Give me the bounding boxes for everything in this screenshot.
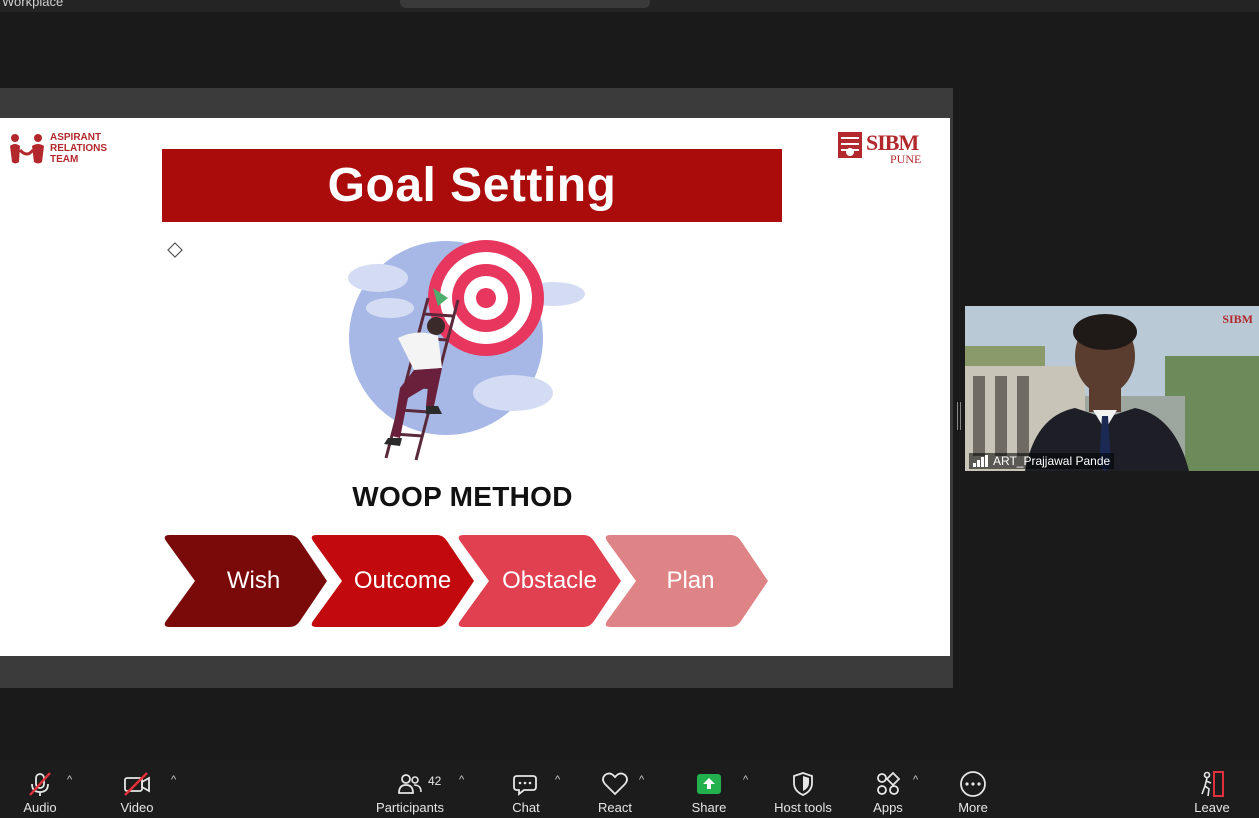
participants-button[interactable]: Participants (372, 760, 448, 818)
woop-method-heading: WOOP METHOD (352, 481, 573, 512)
people-logo-icon (10, 134, 44, 164)
shared-screen: ASPIRANT RELATIONS TEAM SIBM PUNE Goal S… (0, 88, 953, 688)
more-options-icon (960, 771, 986, 797)
apps-button[interactable]: Apps (868, 760, 908, 818)
meeting-window: Workplace ASPIRANT RELATIONS TEAM SIBM P… (0, 0, 1259, 818)
video-camera-off-icon (124, 772, 150, 796)
participants-count: 42 (428, 774, 442, 788)
chat-options-caret[interactable]: ^ (555, 774, 560, 786)
apps-icon (877, 771, 901, 795)
video-button[interactable]: Video (110, 760, 164, 818)
microphone-muted-icon (29, 772, 51, 796)
apps-options-caret[interactable]: ^ (913, 774, 918, 786)
react-options-caret[interactable]: ^ (639, 774, 644, 786)
step-outcome: Outcome (309, 535, 474, 627)
chat-label: Chat (512, 800, 540, 815)
step-obstacle-label: Obstacle (502, 567, 597, 594)
participants-label: Participants (376, 800, 444, 815)
sibm-logo: SIBM PUNE (836, 130, 946, 170)
step-obstacle: Obstacle (456, 535, 621, 627)
apps-label: Apps (873, 800, 903, 815)
share-options-caret[interactable]: ^ (743, 774, 748, 786)
share-button[interactable]: Share (688, 760, 730, 818)
leave-button[interactable]: Leave (1190, 760, 1234, 818)
sibm-logo-city: PUNE (890, 152, 922, 166)
chat-button[interactable]: Chat (506, 760, 546, 818)
move-cursor-icon (167, 242, 183, 258)
target-ladder-illustration (348, 240, 585, 461)
audio-button[interactable]: Audio (14, 760, 66, 818)
audio-options-caret[interactable]: ^ (67, 774, 72, 786)
participant-video-feed (965, 306, 1259, 471)
aspirant-relations-team-logo: ASPIRANT RELATIONS TEAM (8, 132, 118, 172)
presentation-slide: ASPIRANT RELATIONS TEAM SIBM PUNE Goal S… (0, 118, 950, 656)
step-wish-label: Wish (226, 567, 281, 594)
leave-door-icon (1201, 771, 1224, 797)
video-label: Video (120, 800, 154, 815)
slide-title: Goal Setting (327, 159, 617, 212)
step-plan: Plan (603, 535, 768, 627)
participant-video-tile[interactable]: SIBM ART_Prajjawal Pande (965, 306, 1259, 471)
host-tools-label: Host tools (774, 800, 832, 815)
share-screen-icon (697, 774, 721, 794)
participant-name-label: ART_Prajjawal Pande (969, 453, 1115, 469)
host-tools-button[interactable]: Host tools (770, 760, 836, 818)
audio-label: Audio (23, 800, 57, 815)
window-title: Workplace (2, 0, 64, 9)
sibm-emblem-icon (838, 132, 862, 158)
title-banner: Goal Setting (162, 149, 782, 222)
shield-icon (793, 772, 813, 796)
participant-name: ART_Prajjawal Pande (993, 454, 1111, 468)
step-plan-label: Plan (666, 567, 715, 594)
top-bar: Workplace (0, 0, 1259, 12)
participants-options-caret[interactable]: ^ (459, 774, 464, 786)
more-button[interactable]: More (952, 760, 994, 818)
art-logo-text: ASPIRANT RELATIONS TEAM (50, 132, 108, 165)
chat-icon (513, 775, 537, 796)
tile-sibm-logo: SIBM (1222, 312, 1253, 326)
heart-icon (602, 772, 628, 796)
react-button[interactable]: React (594, 760, 636, 818)
share-label: Share (691, 800, 727, 815)
participants-icon (398, 774, 422, 794)
sharing-status-pill[interactable] (400, 0, 650, 8)
react-label: React (598, 800, 632, 815)
woop-steps: Wish Outcome Obstacle Plan (162, 535, 772, 627)
step-wish: Wish (162, 535, 327, 627)
meeting-toolbar: Audio ^ Video ^ Participants 42 ^ Chat ^… (0, 760, 1259, 818)
video-options-caret[interactable]: ^ (171, 774, 176, 786)
leave-label: Leave (1194, 800, 1230, 815)
signal-strength-icon (973, 455, 988, 467)
panel-resize-handle[interactable] (957, 402, 961, 430)
more-label: More (958, 800, 988, 815)
step-outcome-label: Outcome (353, 567, 452, 594)
